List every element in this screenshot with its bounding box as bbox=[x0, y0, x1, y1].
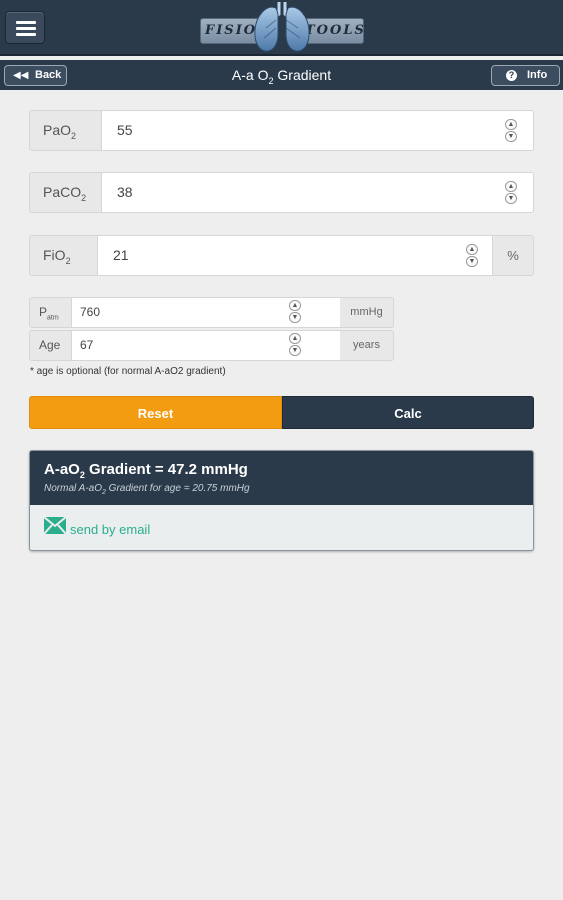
fio2-label-subscript: 2 bbox=[65, 255, 71, 266]
paco2-input[interactable]: 38 ▲ ▼ bbox=[101, 172, 534, 213]
age-row: Age 67 ▲ ▼ years bbox=[29, 330, 394, 361]
fio2-row: FiO2 21 ▲ ▼ % bbox=[29, 235, 534, 276]
stepper-up-icon[interactable]: ▲ bbox=[466, 244, 478, 255]
paco2-label-subscript: 2 bbox=[81, 192, 87, 203]
stepper-up-icon[interactable]: ▲ bbox=[289, 333, 301, 344]
send-by-email-label: send by email bbox=[70, 522, 151, 537]
age-unit: years bbox=[340, 330, 394, 361]
fio2-value: 21 bbox=[113, 247, 129, 263]
paco2-row: PaCO2 38 ▲ ▼ bbox=[29, 172, 534, 213]
pao2-label-text: PaO bbox=[43, 122, 72, 138]
patm-value: 760 bbox=[80, 305, 101, 319]
stepper-up-icon[interactable]: ▲ bbox=[505, 119, 517, 130]
result-title-main: A-aO bbox=[44, 461, 80, 478]
fio2-label: FiO2 bbox=[29, 235, 97, 276]
stepper-down-icon[interactable]: ▼ bbox=[466, 256, 478, 267]
back-button[interactable]: ◀◀ Back bbox=[4, 65, 67, 86]
result-header: A-aO2 Gradient = 47.2 mmHg Normal A-aO2 … bbox=[30, 451, 533, 505]
patm-label-text: P bbox=[39, 305, 48, 319]
pao2-label-subscript: 2 bbox=[71, 130, 77, 141]
fio2-label-text: FiO bbox=[43, 247, 66, 263]
hamburger-menu-button[interactable] bbox=[5, 11, 45, 44]
lungs-icon bbox=[254, 2, 310, 52]
patm-label: Patm bbox=[29, 297, 71, 328]
result-panel: A-aO2 Gradient = 47.2 mmHg Normal A-aO2 … bbox=[29, 450, 534, 551]
menu-bar-icon bbox=[16, 21, 36, 24]
page-title: A-a O2 Gradient bbox=[0, 60, 563, 96]
info-button-label: Info bbox=[527, 69, 548, 81]
age-label: Age bbox=[29, 330, 71, 361]
paco2-label-text: PaCO bbox=[43, 184, 82, 200]
pao2-row: PaO2 55 ▲ ▼ bbox=[29, 110, 534, 151]
reset-button[interactable]: Reset bbox=[29, 396, 282, 429]
menu-bar-icon bbox=[16, 27, 36, 30]
result-subtitle-value: Gradient for age = 20.75 mmHg bbox=[105, 483, 250, 494]
pao2-stepper[interactable]: ▲ ▼ bbox=[505, 119, 519, 143]
stepper-down-icon[interactable]: ▼ bbox=[289, 345, 301, 356]
result-title: A-aO2 Gradient = 47.2 mmHg bbox=[44, 461, 248, 480]
stepper-up-icon[interactable]: ▲ bbox=[505, 181, 517, 192]
envelope-icon bbox=[44, 517, 66, 534]
pao2-label: PaO2 bbox=[29, 110, 101, 151]
back-button-label: Back bbox=[35, 69, 62, 81]
help-circle-icon: ? bbox=[506, 70, 517, 81]
page-title-rest: Gradient bbox=[273, 67, 332, 83]
calc-button[interactable]: Calc bbox=[282, 396, 534, 429]
menu-bar-icon bbox=[16, 33, 36, 36]
patm-label-subscript: atm bbox=[47, 314, 59, 322]
result-subtitle-main: Normal A-aO bbox=[44, 483, 102, 494]
stepper-down-icon[interactable]: ▼ bbox=[505, 193, 517, 204]
app-header: FISIO TOOLS bbox=[0, 0, 563, 56]
paco2-stepper[interactable]: ▲ ▼ bbox=[505, 181, 519, 205]
patm-stepper[interactable]: ▲ ▼ bbox=[289, 300, 303, 324]
page-title-main: A-a O bbox=[231, 67, 269, 83]
result-title-value: Gradient = 47.2 mmHg bbox=[84, 461, 248, 478]
stepper-down-icon[interactable]: ▼ bbox=[289, 312, 301, 323]
stepper-down-icon[interactable]: ▼ bbox=[505, 131, 517, 142]
age-optional-note: * age is optional (for normal A-aO2 grad… bbox=[30, 366, 226, 377]
age-value: 67 bbox=[80, 338, 94, 352]
fio2-input[interactable]: 21 ▲ ▼ bbox=[97, 235, 493, 276]
result-subtitle: Normal A-aO2 Gradient for age = 20.75 mm… bbox=[44, 483, 250, 496]
stepper-up-icon[interactable]: ▲ bbox=[289, 300, 301, 311]
paco2-label: PaCO2 bbox=[29, 172, 101, 213]
pao2-input[interactable]: 55 ▲ ▼ bbox=[101, 110, 534, 151]
paco2-value: 38 bbox=[117, 184, 133, 200]
fio2-stepper[interactable]: ▲ ▼ bbox=[466, 244, 480, 268]
info-button[interactable]: ? Info bbox=[491, 65, 560, 86]
age-stepper[interactable]: ▲ ▼ bbox=[289, 333, 303, 357]
rewind-icon: ◀◀ bbox=[13, 70, 29, 81]
patm-row: Patm 760 ▲ ▼ mmHg bbox=[29, 297, 394, 328]
pao2-value: 55 bbox=[117, 122, 133, 138]
fio2-unit: % bbox=[493, 235, 534, 276]
fisiotools-logo: FISIO TOOLS bbox=[200, 0, 364, 54]
sub-navbar: A-a O2 Gradient ◀◀ Back ? Info bbox=[0, 60, 563, 90]
patm-unit: mmHg bbox=[340, 297, 394, 328]
